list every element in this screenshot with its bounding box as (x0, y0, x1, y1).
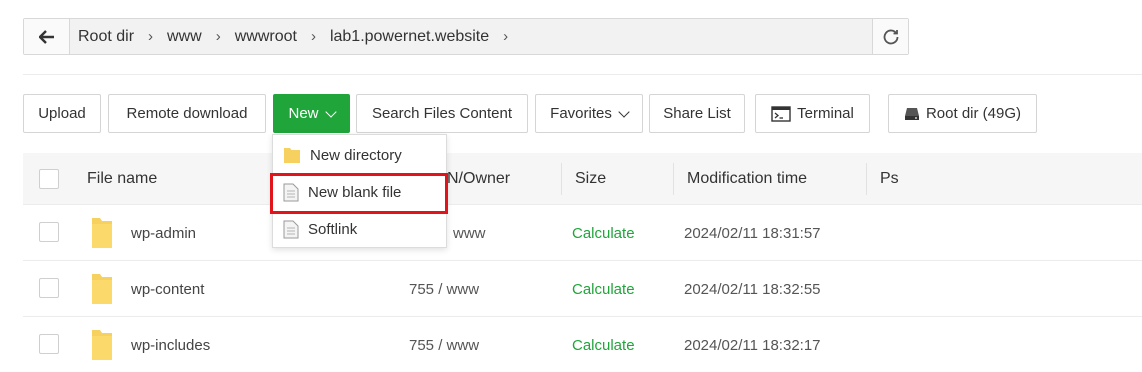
folder-icon (92, 330, 112, 360)
file-icon (283, 220, 299, 238)
table-row[interactable]: wp-content 755 / www Calculate 2024/02/1… (23, 261, 1142, 317)
modification-time: 2024/02/11 18:31:57 (684, 224, 821, 242)
table-row[interactable]: wp-admin www Calculate 2024/02/11 18:31:… (23, 205, 1142, 261)
row-checkbox[interactable] (39, 278, 59, 298)
upload-label: Upload (38, 105, 86, 122)
highlight-box (270, 173, 448, 214)
favorites-label: Favorites (550, 105, 612, 122)
menu-item-label: Softlink (308, 220, 358, 238)
calculate-size-link[interactable]: Calculate (572, 317, 635, 372)
arrow-left-icon (38, 29, 54, 44)
column-header-size[interactable]: Size (575, 153, 606, 205)
favorites-button[interactable]: Favorites (535, 94, 643, 133)
menu-item-new-directory[interactable]: New directory (273, 137, 446, 173)
back-button[interactable] (24, 19, 70, 54)
file-owner: www (453, 224, 486, 242)
file-name[interactable]: wp-content (131, 261, 204, 317)
breadcrumb-item[interactable]: wwwroot (235, 28, 297, 46)
refresh-icon (883, 29, 898, 44)
breadcrumb: Root dir › www › wwwroot › lab1.powernet… (70, 19, 872, 54)
column-divider (561, 163, 562, 195)
modification-time: 2024/02/11 18:32:17 (684, 336, 821, 354)
remote-download-button[interactable]: Remote download (108, 94, 266, 133)
root-dir-label: Root dir (49G) (925, 105, 1022, 122)
terminal-button[interactable]: Terminal (755, 94, 870, 133)
menu-item-softlink[interactable]: Softlink (273, 211, 446, 247)
chevron-right-icon: › (503, 28, 509, 45)
folder-icon (92, 274, 112, 304)
chevron-right-icon: › (148, 28, 154, 45)
row-checkbox[interactable] (39, 222, 59, 242)
chevron-down-icon (618, 105, 630, 118)
search-files-button[interactable]: Search Files Content (356, 94, 528, 133)
upload-button[interactable]: Upload (23, 94, 101, 133)
calculate-size-link[interactable]: Calculate (572, 261, 635, 317)
breadcrumb-item[interactable]: www (167, 28, 202, 46)
folder-icon (284, 148, 300, 163)
remote-download-label: Remote download (126, 105, 248, 122)
file-owner: 755 / www (409, 280, 480, 298)
table-row[interactable]: wp-includes 755 / www Calculate 2024/02/… (23, 317, 1142, 372)
share-list-button[interactable]: Share List (649, 94, 745, 133)
terminal-label: Terminal (797, 105, 854, 122)
refresh-button[interactable] (872, 19, 908, 54)
terminal-icon (771, 105, 791, 122)
file-owner: 755 / www (409, 336, 480, 354)
modification-time: 2024/02/11 18:32:55 (684, 280, 821, 298)
new-label: New (288, 105, 319, 122)
row-checkbox[interactable] (39, 334, 59, 354)
share-list-label: Share List (663, 105, 731, 122)
new-button[interactable]: New (273, 94, 350, 133)
breadcrumb-item[interactable]: Root dir (78, 28, 134, 46)
path-bar: Root dir › www › wwwroot › lab1.powernet… (23, 18, 909, 55)
root-dir-disk-button[interactable]: Root dir (49G) (888, 94, 1037, 133)
chevron-right-icon: › (215, 28, 221, 45)
breadcrumb-item[interactable]: lab1.powernet.website (330, 28, 489, 46)
file-name[interactable]: wp-includes (131, 317, 210, 372)
file-name[interactable]: wp-admin (131, 205, 196, 261)
folder-icon (92, 218, 112, 248)
calculate-size-link[interactable]: Calculate (572, 205, 635, 261)
file-table-header: File name N/Owner Size Modification time… (23, 153, 1142, 205)
select-all-checkbox[interactable] (39, 169, 59, 189)
column-header-ps: Ps (880, 170, 899, 187)
disk-icon (904, 107, 919, 120)
column-divider (866, 163, 867, 195)
search-files-label: Search Files Content (371, 105, 513, 122)
chevron-down-icon (324, 105, 337, 118)
column-header-owner[interactable]: N/Owner (447, 153, 510, 205)
chevron-right-icon: › (310, 28, 316, 45)
menu-item-label: New directory (310, 146, 402, 164)
column-header-name[interactable]: File name (87, 153, 157, 205)
column-divider (673, 163, 674, 195)
divider (23, 74, 1142, 75)
column-header-modified[interactable]: Modification time (687, 153, 807, 205)
